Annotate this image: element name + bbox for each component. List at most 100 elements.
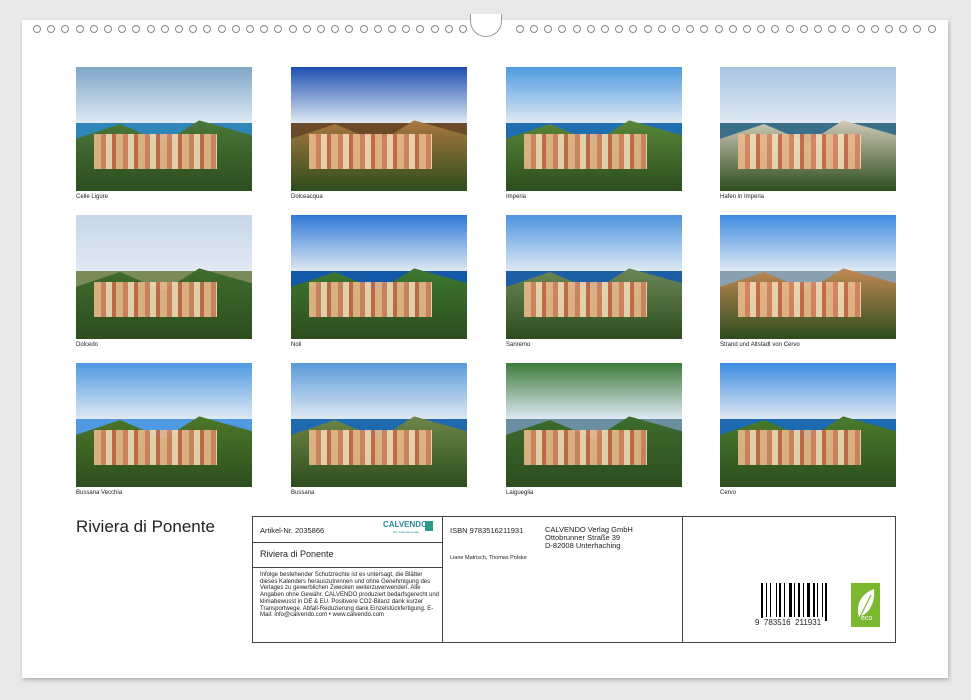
binding-hole <box>161 25 169 33</box>
isbn: ISBN 9783516211931 <box>450 526 523 535</box>
photo <box>506 67 682 191</box>
binding-hole <box>388 25 396 33</box>
binding-hole <box>274 25 282 33</box>
binding-hole <box>530 25 538 33</box>
binding-hole <box>573 25 581 33</box>
photo-caption: Dolcedo <box>76 342 98 348</box>
binding-hole <box>743 25 751 33</box>
info-left: Artikel-Nr. 2035866 CALVENDO Der Kalende… <box>253 517 443 642</box>
binding-hole <box>132 25 140 33</box>
binding-hole <box>558 25 566 33</box>
binding-hole <box>686 25 694 33</box>
info-middle: ISBN 9783516211931 Liane Matrisch, Thoma… <box>443 517 683 642</box>
binding-hole <box>331 25 339 33</box>
barcode-bar <box>794 583 795 617</box>
binding-hole <box>544 25 552 33</box>
binding-hole <box>431 25 439 33</box>
calendar-title: Riviera di Ponente <box>76 517 215 537</box>
binding-hole <box>857 25 865 33</box>
photo-caption: Imperia <box>506 194 526 200</box>
photo <box>720 67 896 191</box>
binding-hole <box>90 25 98 33</box>
binding-hole <box>842 25 850 33</box>
legal-notice: Infolge bestehender Schutzrechte ist es … <box>260 572 440 619</box>
calvendo-logo-icon <box>425 521 433 531</box>
photo-caption: Strand und Altstadt von Cervo <box>720 342 800 348</box>
binding-hole <box>601 25 609 33</box>
photo <box>76 67 252 191</box>
binding-hole <box>218 25 226 33</box>
calvendo-logo: CALVENDO <box>383 520 427 529</box>
binding-hole <box>360 25 368 33</box>
binding-hole <box>317 25 325 33</box>
publisher-city: D-82008 Unterhaching <box>545 542 633 550</box>
binding-hole <box>402 25 410 33</box>
barcode-bar <box>798 583 800 617</box>
binding-hole <box>189 25 197 33</box>
photo <box>291 363 467 487</box>
binding-hole <box>871 25 879 33</box>
binding-hole <box>459 25 467 33</box>
barcode-digits: 9 783516 211931 <box>755 618 821 627</box>
photo <box>76 363 252 487</box>
authors: Liane Matrisch, Thomas Polske <box>450 555 527 561</box>
binding-hole <box>33 25 41 33</box>
eco-badge: eco <box>851 583 880 627</box>
binding-hole <box>814 25 822 33</box>
binding-hole <box>61 25 69 33</box>
binding-hole <box>416 25 424 33</box>
photo <box>720 363 896 487</box>
binding-hole <box>928 25 936 33</box>
binding-hole <box>445 25 453 33</box>
photo-caption: Hafen in Imperia <box>720 194 764 200</box>
photo-caption: Sanremo <box>506 342 530 348</box>
photo-caption: Dolceacqua <box>291 194 323 200</box>
binding-hole <box>786 25 794 33</box>
binding-hole <box>899 25 907 33</box>
info-right: 9 783516 211931 eco <box>683 517 895 642</box>
photo-caption: Bussana Vecchia <box>76 490 122 496</box>
photo <box>76 215 252 339</box>
article-row: Artikel-Nr. 2035866 CALVENDO Der Kalende… <box>253 517 442 543</box>
binding-hole <box>118 25 126 33</box>
binding-hole <box>374 25 382 33</box>
photo-caption: Bussana <box>291 490 314 496</box>
binding-hole <box>232 25 240 33</box>
binding-hole <box>800 25 808 33</box>
barcode-bar <box>803 583 804 617</box>
article-number: Artikel-Nr. 2035866 <box>260 526 324 535</box>
binding-hole <box>615 25 623 33</box>
photo-caption: Laigueglia <box>506 490 533 496</box>
binding-hole <box>672 25 680 33</box>
photo <box>291 215 467 339</box>
photo-caption: Noli <box>291 342 301 348</box>
barcode-bar <box>817 583 818 617</box>
info-box: Artikel-Nr. 2035866 CALVENDO Der Kalende… <box>252 516 896 643</box>
spiral-binding <box>0 0 971 40</box>
binding-hole <box>913 25 921 33</box>
photo-caption: Cervo <box>720 490 736 496</box>
barcode-bar <box>807 583 810 617</box>
box-calendar-title: Riviera di Ponente <box>260 549 334 559</box>
binding-hole <box>587 25 595 33</box>
binding-hole <box>629 25 637 33</box>
binding-hole <box>757 25 765 33</box>
hanger-hook <box>470 14 502 37</box>
barcode-bar <box>766 583 767 617</box>
binding-hole <box>47 25 55 33</box>
binding-hole <box>644 25 652 33</box>
binding-hole <box>885 25 893 33</box>
binding-hole <box>771 25 779 33</box>
eco-label: eco <box>861 615 872 622</box>
barcode <box>761 583 833 621</box>
title-row: Riviera di Ponente <box>253 542 442 568</box>
photo <box>506 215 682 339</box>
binding-hole <box>516 25 524 33</box>
barcode-bar <box>822 583 823 617</box>
barcode-bar <box>779 583 781 617</box>
binding-hole <box>700 25 708 33</box>
binding-hole <box>175 25 183 33</box>
binding-hole <box>104 25 112 33</box>
barcode-bar <box>761 583 763 621</box>
barcode-bar <box>825 583 827 621</box>
